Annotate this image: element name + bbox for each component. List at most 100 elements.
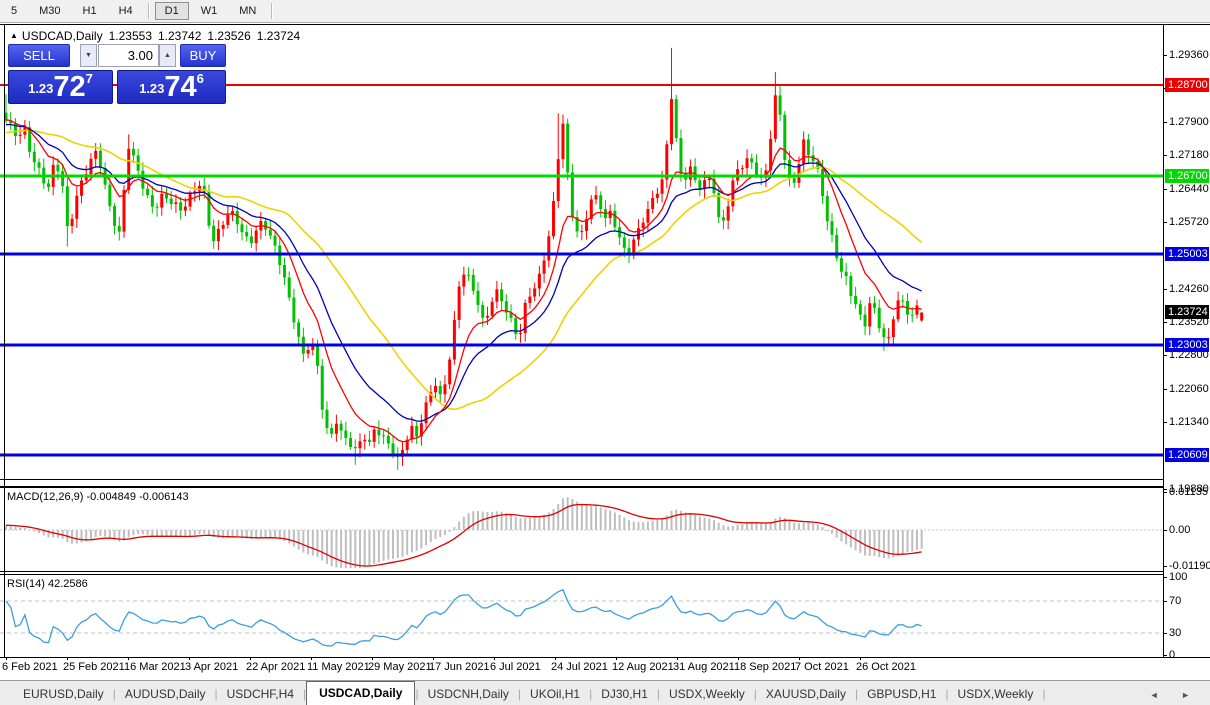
candle-up	[802, 139, 805, 164]
macd-histogram-bar	[293, 530, 295, 546]
macd-histogram-bar	[755, 523, 757, 530]
macd-histogram-bar	[718, 523, 720, 530]
candle-down	[156, 207, 159, 208]
ohlc-high: 1.23742	[158, 29, 201, 43]
macd-histogram-bar	[194, 530, 196, 535]
macd-histogram-bar	[916, 530, 918, 550]
date-tick-mark	[189, 657, 190, 660]
buy-price-display[interactable]: 1.23746	[117, 70, 226, 104]
candle-down	[297, 322, 300, 336]
candle-up	[89, 159, 92, 174]
chart-tab-usdchf-h4[interactable]: USDCHF,H4	[218, 683, 303, 705]
macd-histogram-bar	[156, 530, 158, 536]
candle-down	[354, 447, 357, 448]
macd-histogram-bar	[486, 512, 488, 530]
macd-histogram-bar	[90, 530, 92, 539]
chart-tab-dj30-h1[interactable]: DJ30,H1	[592, 683, 657, 705]
macd-histogram-bar	[359, 530, 361, 568]
macd-name: MACD(12,26,9)	[7, 491, 83, 503]
candle-up	[552, 201, 555, 236]
date-label: 18 Sep 2021	[734, 661, 796, 673]
candle-up	[538, 274, 541, 289]
timeframe-button-h4[interactable]: H4	[109, 2, 143, 20]
macd-histogram-bar	[420, 530, 422, 548]
candle-down	[179, 202, 182, 210]
candle-down	[698, 180, 701, 189]
macd-histogram-bar	[543, 515, 545, 530]
candle-down	[340, 424, 343, 431]
collapse-triangle-icon[interactable]: ▲	[10, 31, 18, 40]
date-axis[interactable]: 6 Feb 202125 Feb 202116 Mar 20213 Apr 20…	[0, 658, 1163, 678]
candle-down	[571, 172, 574, 217]
chart-tab-usdx-weekly[interactable]: USDX,Weekly	[949, 683, 1043, 705]
timeframe-toolbar: 5M30H1H4 D1W1MN	[0, 0, 1210, 23]
macd-histogram-bar	[831, 530, 833, 534]
rsi-value: 42.2586	[48, 578, 88, 590]
macd-histogram-bar	[567, 497, 569, 530]
timeframe-button-w1[interactable]: W1	[191, 2, 228, 20]
candle-up	[174, 202, 177, 204]
volume-input[interactable]	[98, 44, 159, 67]
chart-tab-usdx-weekly[interactable]: USDX,Weekly	[660, 683, 754, 705]
macd-histogram-bar	[307, 530, 309, 554]
rsi-pane-splitter-a[interactable]	[0, 571, 1163, 572]
price-axis[interactable]: 1.293601.286401.279001.271801.264401.257…	[1164, 25, 1210, 657]
candle-down	[911, 315, 914, 316]
macd-histogram-bar	[685, 512, 687, 530]
candle-down	[840, 258, 843, 271]
macd-histogram-bar	[317, 530, 319, 557]
rsi-pane-splitter-b	[0, 574, 1163, 575]
candle-down	[477, 291, 480, 305]
candle-up	[410, 426, 413, 440]
chart-tab-audusd-daily[interactable]: AUDUSD,Daily	[116, 683, 215, 705]
candle-down	[623, 237, 626, 247]
macd-histogram-bar	[430, 530, 432, 542]
candle-up	[307, 350, 310, 354]
rsi-indicator-chart[interactable]	[0, 576, 1163, 657]
candle-down	[321, 366, 324, 410]
timeframe-button-d1[interactable]: D1	[155, 2, 189, 20]
macd-histogram-bar	[727, 526, 729, 530]
macd-histogram-bar	[373, 530, 375, 564]
macd-signal-line	[6, 505, 922, 567]
macd-histogram-bar	[10, 526, 12, 530]
sell-button[interactable]: SELL	[8, 44, 70, 67]
macd-histogram-bar	[14, 527, 16, 530]
candle-down	[882, 328, 885, 337]
candle-up	[491, 302, 494, 316]
macd-histogram-bar	[5, 525, 7, 530]
volume-decrease-button[interactable]: ▼	[80, 44, 97, 67]
macd-histogram-bar	[472, 511, 474, 530]
chart-tab-xauusd-daily[interactable]: XAUUSD,Daily	[757, 683, 855, 705]
chart-tab-ukoil-h1[interactable]: UKOil,H1	[521, 683, 589, 705]
candle-up	[443, 384, 446, 394]
tab-scroll-arrows[interactable]: ◄ ►	[1150, 690, 1200, 700]
buy-button[interactable]: BUY	[180, 44, 226, 67]
macd-histogram-bar	[737, 525, 739, 530]
sell-price-display[interactable]: 1.23727	[8, 70, 113, 104]
macd-histogram-bar	[151, 530, 153, 536]
macd-histogram-bar	[581, 504, 583, 530]
macd-histogram-bar	[571, 499, 573, 530]
candle-down	[901, 300, 904, 301]
macd-histogram-bar	[812, 524, 814, 530]
macd-histogram-bar	[803, 522, 805, 530]
chart-tab-usdcnh-daily[interactable]: USDCNH,Daily	[419, 683, 518, 705]
chart-tab-gbpusd-h1[interactable]: GBPUSD,H1	[858, 683, 945, 705]
macd-pane-splitter[interactable]	[0, 486, 1163, 488]
timeframe-button-mn[interactable]: MN	[229, 2, 266, 20]
macd-histogram-bar	[595, 506, 597, 530]
date-tick-mark	[738, 657, 739, 660]
timeframe-button-h1[interactable]: H1	[73, 2, 107, 20]
candle-down	[113, 206, 116, 226]
candle-down	[349, 438, 352, 447]
candle-down	[38, 162, 41, 167]
chart-tab-eurusd-daily[interactable]: EURUSD,Daily	[14, 683, 113, 705]
chart-tab-usdcad-daily[interactable]: USDCAD,Daily	[306, 681, 415, 705]
macd-histogram-bar	[553, 509, 555, 530]
timeframe-button-5[interactable]: 5	[1, 2, 27, 20]
volume-increase-button[interactable]: ▲	[159, 44, 176, 67]
candle-down	[66, 186, 69, 226]
timeframe-button-m30[interactable]: M30	[29, 2, 70, 20]
date-label: 17 Jun 2021	[429, 661, 490, 673]
